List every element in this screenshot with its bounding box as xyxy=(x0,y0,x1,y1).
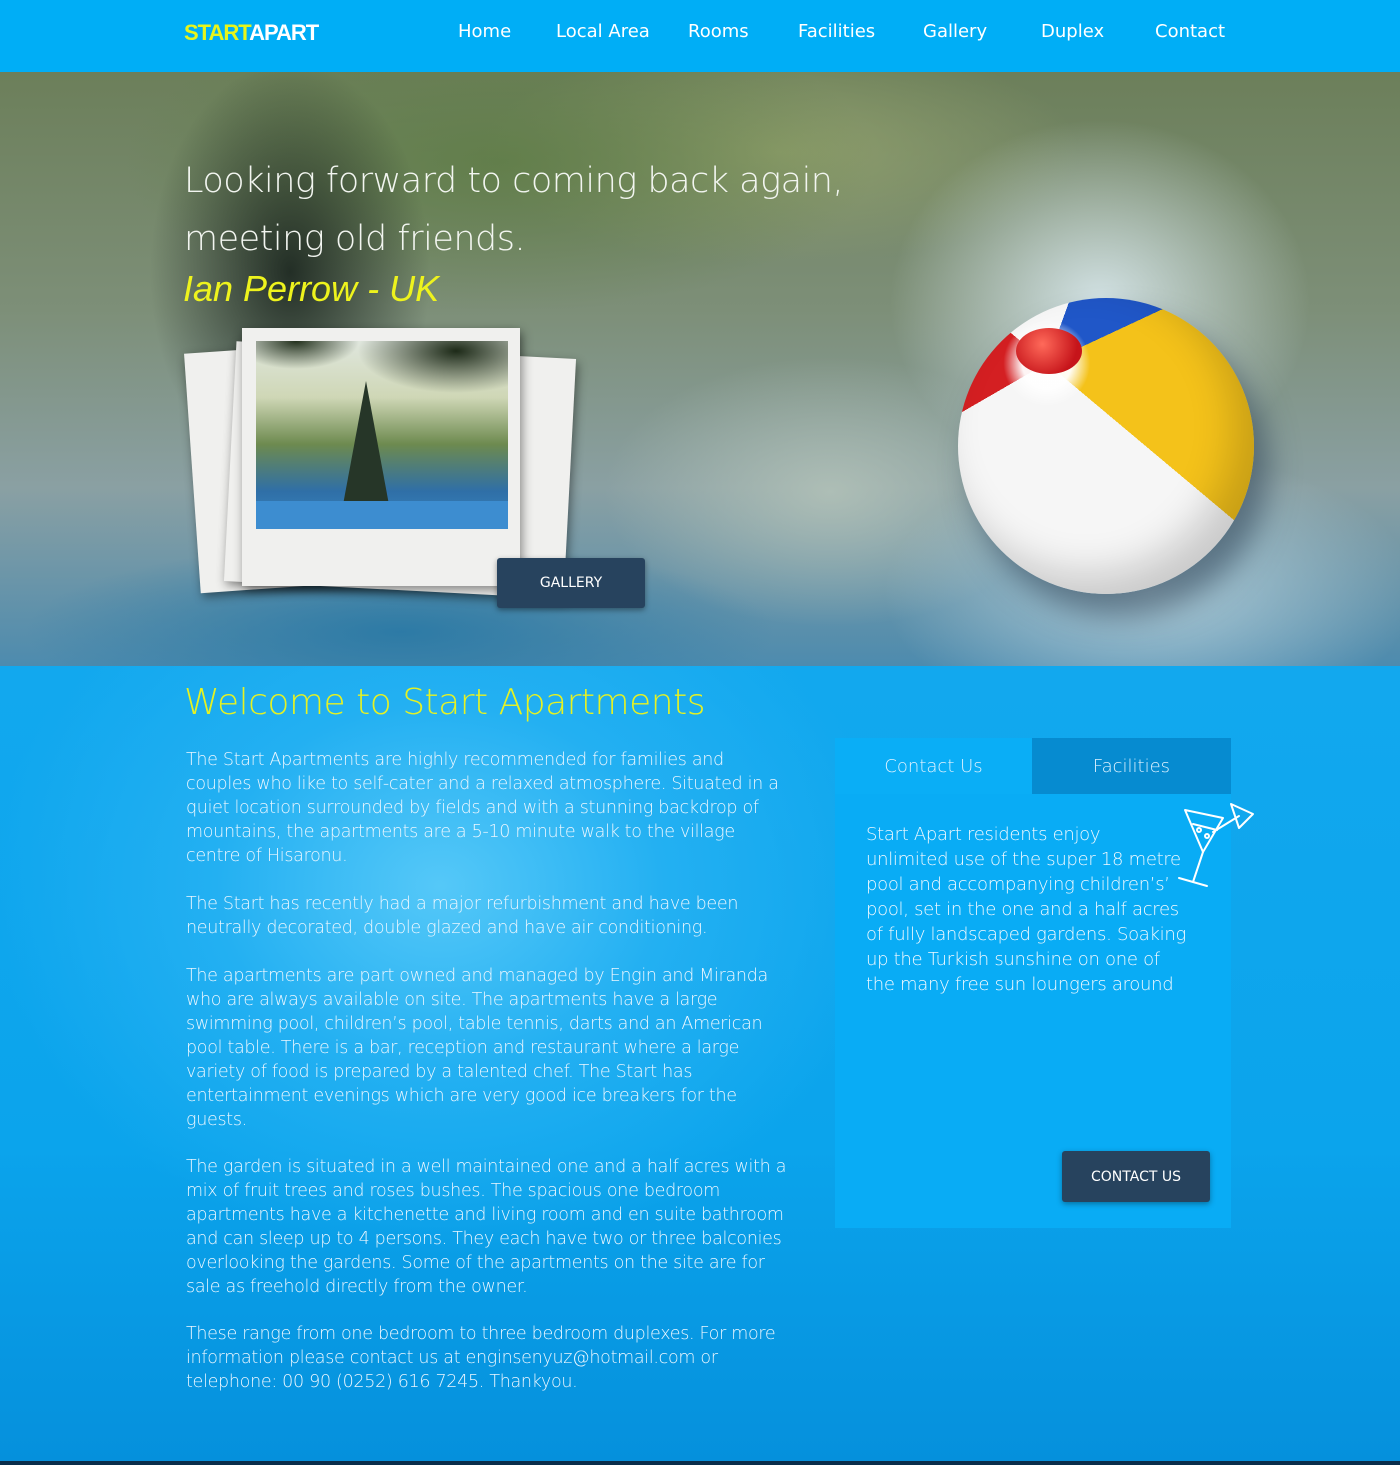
footer-divider xyxy=(0,1461,1400,1465)
intro-paragraph-5: These range from one bedroom to three be… xyxy=(186,1324,776,1392)
beach-ball-image xyxy=(958,298,1254,594)
nav-facilities[interactable]: Facilities xyxy=(798,21,875,42)
tab-contact-us[interactable]: Contact Us xyxy=(835,738,1032,794)
intro-paragraph-4: The garden is situated in a well maintai… xyxy=(186,1157,787,1297)
main-content: Welcome to Start Apartments The Start Ap… xyxy=(0,666,1400,1465)
nav-duplex[interactable]: Duplex xyxy=(1041,21,1104,42)
logo-part-start: START xyxy=(184,20,250,45)
welcome-heading: Welcome to Start Apartments xyxy=(184,682,705,723)
photo-pool xyxy=(256,501,508,529)
pool-photo-image xyxy=(256,341,508,529)
quote-line-1: Looking forward to coming back again, xyxy=(184,161,844,201)
top-nav: STARTAPART Home Local Area Rooms Facilit… xyxy=(0,0,1400,72)
nav-gallery[interactable]: Gallery xyxy=(923,21,987,42)
intro-paragraph-1: The Start Apartments are highly recommen… xyxy=(186,750,779,866)
intro-paragraph-2: The Start has recently had a major refur… xyxy=(186,894,739,938)
nav-contact[interactable]: Contact xyxy=(1155,21,1225,42)
photo-umbrella xyxy=(340,381,392,521)
info-panel: Contact Us Facilities Start Apart reside… xyxy=(835,738,1254,1228)
facilities-text: Start Apart residents enjoy unlimited us… xyxy=(866,824,1186,995)
site-logo[interactable]: STARTAPART xyxy=(184,20,319,46)
beach-ball-cap xyxy=(1016,328,1082,374)
quote-line-2: meeting old friends. xyxy=(184,219,526,259)
cocktail-icon xyxy=(1178,803,1254,887)
nav-local-area[interactable]: Local Area xyxy=(556,21,650,42)
nav-rooms[interactable]: Rooms xyxy=(688,21,749,42)
testimonial-author: Ian Perrow - UK xyxy=(183,268,440,309)
hero-banner: Looking forward to coming back again, me… xyxy=(0,72,1400,666)
gallery-button[interactable]: GALLERY xyxy=(497,558,645,608)
intro-paragraph-3: The apartments are part owned and manage… xyxy=(186,966,768,1130)
contact-us-button[interactable]: CONTACT US xyxy=(1062,1151,1210,1202)
tab-facilities[interactable]: Facilities xyxy=(1032,738,1231,794)
polaroid-photo[interactable] xyxy=(242,328,520,586)
testimonial-quote: Looking forward to coming back again, me… xyxy=(184,152,844,268)
logo-part-apart: APART xyxy=(249,20,319,45)
nav-home[interactable]: Home xyxy=(458,21,511,42)
